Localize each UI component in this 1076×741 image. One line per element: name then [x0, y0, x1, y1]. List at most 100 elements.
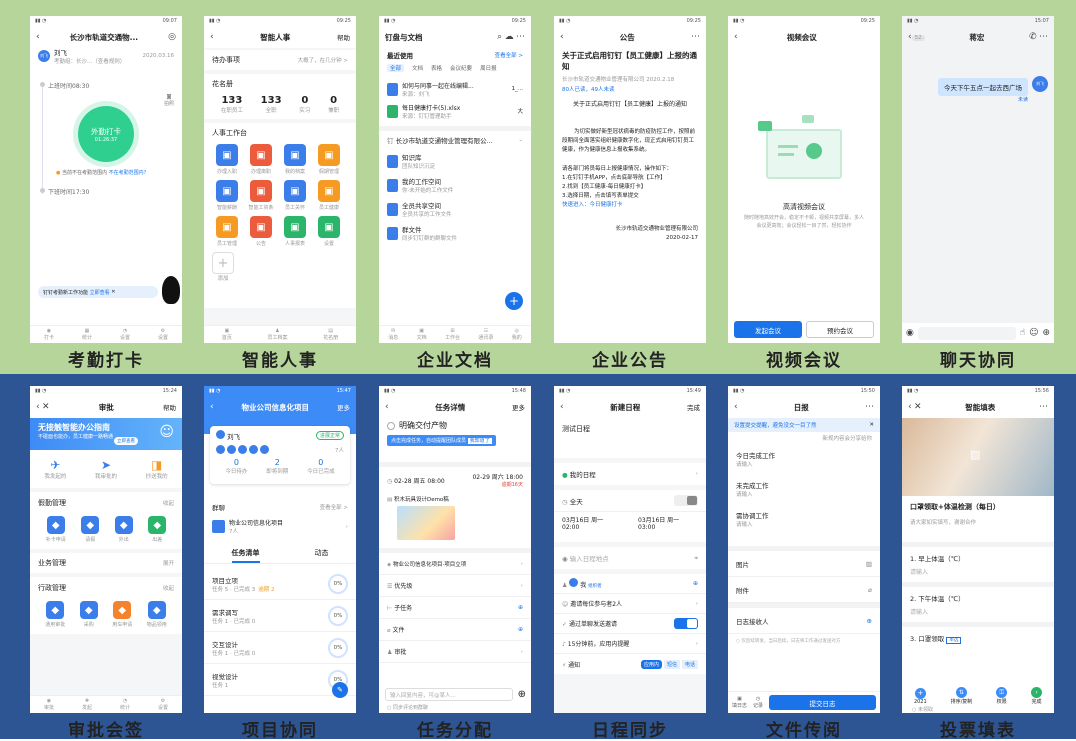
tab-me[interactable]: ◎ 我的 — [512, 328, 522, 341]
chevron-down-icon[interactable]: ⌄ — [518, 137, 523, 143]
tab-start[interactable]: ✚ 发起 — [82, 698, 92, 711]
remind-row[interactable]: ♪ 15分钟前，应用内提醒 › — [554, 634, 706, 654]
hr-tile[interactable]: ▣ 智能工资条 — [246, 180, 276, 211]
message-input[interactable] — [917, 326, 1016, 340]
field-coordinate[interactable]: 需协调工作 请输入 — [728, 504, 880, 534]
quick-entry[interactable]: ➤ 我审批的 — [95, 458, 117, 480]
feature-banner[interactable]: 钉钉考勤新工作功能 立即查看 ✕ — [38, 286, 158, 298]
approval-app[interactable]: ◆ 补卡申请 — [46, 516, 66, 543]
roster-stat[interactable]: 133 全职 — [261, 95, 282, 114]
tab-roster[interactable]: ▤ 花名册 — [323, 328, 338, 341]
approval-app[interactable]: ◆ 用车申请 — [112, 601, 132, 628]
field-undone[interactable]: 未完成工作 请输入 — [728, 474, 880, 504]
plus-icon[interactable]: ⊕ — [518, 689, 526, 700]
filter-chip[interactable]: 会议纪要 — [450, 64, 472, 72]
roster-stat[interactable]: 0 兼职 — [328, 95, 339, 114]
emoji-icon[interactable]: ☺ — [1029, 328, 1038, 338]
receiver-row[interactable]: 日志接收人 ⊕ — [728, 608, 880, 634]
invite-row[interactable]: ☺ 邀请每位参与者2人 › — [554, 594, 706, 614]
form-cover-image[interactable]: ▨ — [902, 418, 1054, 496]
hr-tile[interactable]: ▣ 办理入职 — [212, 144, 242, 175]
task-row[interactable]: 交互设计 任务 1 · 已完成 0 0% — [204, 632, 356, 664]
answer-input-2[interactable]: 请输入 — [910, 607, 1046, 616]
status-badge[interactable]: 进展正常 — [315, 431, 344, 440]
allday-toggle[interactable] — [674, 495, 698, 506]
thumb-icon[interactable]: ☝ — [1020, 328, 1025, 338]
todo-row[interactable]: 待办事项 大概了，在几分钟 > — [204, 50, 356, 70]
project-stat[interactable]: 2 即将到期 — [266, 458, 288, 475]
done-button[interactable]: 完成 — [687, 402, 700, 412]
headset-icon[interactable]: ◎ — [168, 32, 176, 42]
close-icon[interactable]: ✕ — [111, 289, 115, 295]
approve-row[interactable]: ♟ 审批 › — [379, 641, 531, 663]
subtask-row[interactable]: ⊢ 子任务 ⊕ — [379, 597, 531, 619]
image-row[interactable]: 图片 ▨ — [728, 551, 880, 577]
tab-settings-1[interactable]: ◔ 设置 — [120, 328, 130, 341]
priority-row[interactable]: ☰ 优先级 › — [379, 575, 531, 597]
hr-tile[interactable]: ▣ 人事报表 — [280, 216, 310, 247]
tab-approval[interactable]: ◉ 审批 — [44, 698, 54, 711]
toolbar-sort[interactable]: ⇅ 排序/复制 — [951, 687, 972, 705]
task-row[interactable]: 项目立项 任务 5 · 已完成 3 逾期 2 0% — [204, 568, 356, 600]
punch-button[interactable]: 外勤打卡 01:26:37 — [78, 106, 134, 162]
tab-stats[interactable]: ▦ 统计 — [82, 328, 92, 341]
tab-messages[interactable]: ✉ 消息 — [388, 328, 398, 341]
quick-entry[interactable]: ◨ 抄送我的 — [146, 458, 168, 480]
comment-input[interactable]: 输入回复内容，可@某人... — [385, 688, 513, 701]
file-row[interactable]: ⌀ 文件 ⊕ — [379, 619, 531, 641]
space-item[interactable]: 我的工作空间 你·未开始的工作文件 — [387, 173, 523, 197]
add-tile[interactable]: + 添加 — [212, 252, 234, 282]
tab-contacts[interactable]: ☷ 通讯录 — [478, 328, 493, 341]
approval-app[interactable]: ◆ 物品领用 — [147, 601, 167, 628]
project-stat[interactable]: 0 今日已完成 — [307, 458, 335, 475]
project-stat[interactable]: 0 今日待办 — [225, 458, 247, 475]
sync-checkbox[interactable]: ○ — [387, 705, 391, 711]
schedule-meeting-button[interactable]: 预约会议 — [806, 321, 874, 338]
answer-input-1[interactable]: 请输入 — [910, 567, 1046, 576]
more-button[interactable]: 更多 — [337, 402, 350, 412]
more-icon[interactable]: ⋯ — [865, 402, 874, 412]
cloud-icon[interactable]: ☁ — [505, 32, 514, 42]
calendar-row[interactable]: ● 我的日程 › — [554, 463, 706, 485]
hr-tile[interactable]: ▣ 员工健康 — [314, 180, 344, 211]
hr-tile[interactable]: ▣ 办理离职 — [246, 144, 276, 175]
toolbar-permission[interactable]: ⚿ 权限 — [996, 687, 1008, 705]
tab-home[interactable]: ▣ 首页 — [222, 328, 232, 341]
submit-button[interactable]: 提交日志 — [769, 695, 876, 710]
back-icon[interactable]: ‹ — [36, 402, 40, 412]
plus-icon[interactable]: ⊕ — [1042, 328, 1050, 338]
option-checkbox[interactable]: ○ — [736, 639, 740, 644]
file-item[interactable]: 如何与同事一起在线编辑... 来源：刘飞 1_... — [387, 78, 523, 100]
task-checkbox[interactable] — [387, 421, 395, 430]
read-count[interactable]: 80人已读，49人未读 — [562, 85, 698, 93]
close-icon[interactable]: ✕ — [914, 402, 922, 412]
attachment-image[interactable] — [397, 506, 455, 540]
project-row[interactable]: ◈ 物业公司信息化项目·项目立项 › — [379, 553, 531, 575]
tab-workbench[interactable]: ⊞ 工作台 — [445, 328, 460, 341]
add-task-fab[interactable]: ✎ — [332, 682, 348, 698]
task-row[interactable]: 需求调写 任务 1 · 已完成 0 0% — [204, 600, 356, 632]
phone-icon[interactable]: ✆ — [1029, 32, 1037, 42]
close-icon[interactable]: ✕ — [42, 402, 50, 412]
tab-settings[interactable]: ⚙ 设置 — [158, 698, 168, 711]
file-item[interactable]: 每日健康打卡(5).xlsx 来源：钉钉管理助手大 — [387, 100, 523, 122]
tab-settings-2[interactable]: ⚙ 设置 — [158, 328, 168, 341]
opt-phone[interactable]: 电话 — [681, 659, 698, 669]
approval-app[interactable]: ◆ 外出 — [114, 516, 133, 543]
attachment-row[interactable]: 附件 ⌀ — [728, 577, 880, 603]
hr-tile[interactable]: ▣ 智能薪酬 — [212, 180, 242, 211]
reminder-banner[interactable]: 设置提交提醒，避免没交一目了然 ✕ — [728, 418, 880, 432]
tab-tasks[interactable]: 任务清单 — [231, 548, 260, 563]
filter-chip[interactable]: 全部 — [387, 64, 405, 72]
opt-sms[interactable]: 短信 — [663, 659, 680, 669]
hr-tile[interactable]: ▣ 员工关怀 — [280, 180, 310, 211]
quick-entry[interactable]: ✈ 我发起的 — [44, 458, 66, 480]
toolbar-add[interactable]: +2021 — [914, 687, 927, 705]
tab-docs[interactable]: ▣ 文档 — [417, 328, 427, 341]
tab-stats[interactable]: ◔ 统计 — [120, 698, 130, 711]
filter-chip[interactable]: 周日报 — [480, 64, 497, 72]
hr-tile[interactable]: ▣ 公告 — [246, 216, 276, 247]
more-icon[interactable]: ⋯ — [1039, 32, 1048, 42]
notify-toggle[interactable] — [674, 618, 698, 629]
more-button[interactable]: 更多 — [512, 402, 525, 412]
